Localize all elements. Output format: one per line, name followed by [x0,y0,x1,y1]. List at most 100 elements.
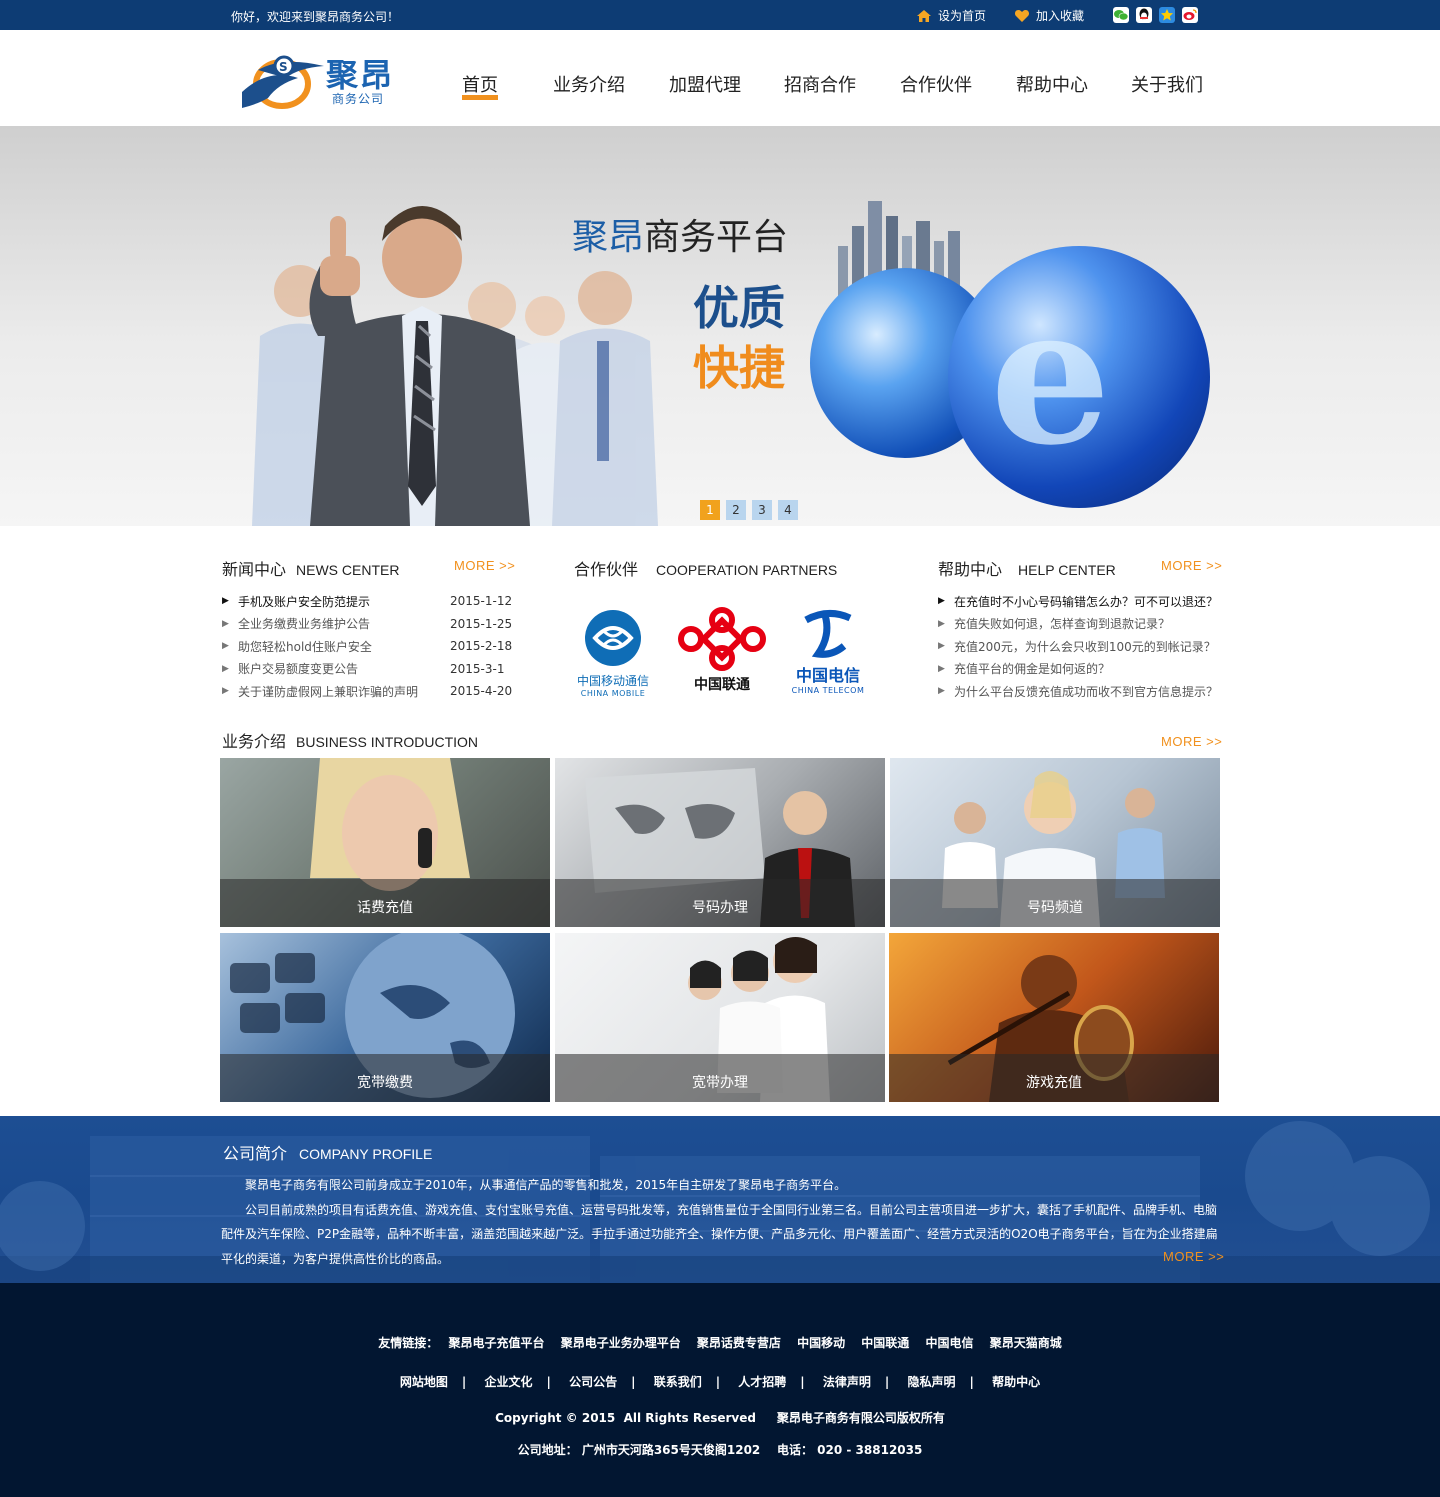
partners-title-cn: 合作伙伴 [574,560,639,579]
business-tile-number-service[interactable]: 号码办理 [555,758,885,927]
banner-title-brand: 聚昂 [572,217,645,258]
friend-link[interactable]: 聚昂电子充值平台 [448,1336,544,1350]
help-item[interactable]: ▶ 在充值时不小心号码输错怎么办？可不可以退还？ [938,590,1228,613]
footer-nav-link[interactable]: 企业文化 [485,1375,533,1389]
profile-title: 公司简介 COMPANY PROFILE [223,1140,432,1164]
footer-nav-link[interactable]: 人才招聘 [738,1375,786,1389]
news-item-date: 2015-4-20 [450,684,513,699]
friend-link[interactable]: 聚昂天猫商城 [990,1336,1062,1350]
partner-china-unicom[interactable]: 中国联通 [676,606,768,694]
partner-name-en: CHINA MOBILE [580,689,646,698]
nav-home[interactable]: 首页 [462,71,498,97]
footer-nav-link[interactable]: 法律声明 [823,1375,871,1389]
help-title-en: HELP CENTER [1018,562,1116,578]
partner-name: 中国移动通信 [576,674,649,688]
logo[interactable]: S 聚昂 商务公司 [238,48,408,114]
friend-link[interactable]: 中国移动 [797,1336,845,1350]
friend-link[interactable]: 中国联通 [861,1336,909,1350]
help-title-cn: 帮助中心 [938,560,1003,579]
news-more-link[interactable]: MORE >> [454,558,515,573]
partner-china-mobile[interactable]: 中国移动通信 CHINA MOBILE [570,608,656,698]
partner-china-telecom[interactable]: 中国电信 CHINA TELECOM [786,606,870,695]
help-more-link[interactable]: MORE >> [1161,558,1222,573]
business-tile-number-channel[interactable]: 号码频道 [890,758,1220,927]
footer-nav-link[interactable]: 联系我们 [654,1375,702,1389]
nav-partners[interactable]: 合作伙伴 [900,71,972,97]
footer-nav: 网站地图 | 企业文化 | 公司公告 | 联系我们 | 人才招聘 | 法律声明 | 隐私声明… [0,1373,1440,1390]
footer-nav-link[interactable]: 网站地图 [400,1375,448,1389]
banner-title: 聚昂商务平台 [572,208,788,260]
separator: | [884,1375,890,1389]
news-item-title: 关于谨防虚假网上兼职诈骗的声明 [238,684,419,699]
friend-links-label: 友情链接： [378,1336,439,1350]
help-item[interactable]: ▶ 充值失败如何退，怎样查询到退款记录？ [938,613,1228,636]
qq-icon[interactable] [1136,7,1152,23]
profile-more-link[interactable]: MORE >> [1163,1249,1224,1264]
news-list: ▶ 手机及账户安全防范提示 2015-1-12 ▶ 全业务缴费业务维护公告 2015-1… [222,590,522,703]
help-item-title: 为什么平台反馈充值成功而收不到官方信息提示？ [954,684,1219,699]
banner-title-rest: 商务平台 [644,217,789,258]
bullet-icon: ▶ [938,686,945,697]
business-tile-game-recharge[interactable]: 游戏充值 [889,933,1219,1102]
weibo-icon[interactable] [1182,7,1198,23]
news-item[interactable]: ▶ 账户交易额度变更公告 2015-3-1 [222,658,522,681]
slide-dot-4[interactable]: 4 [778,500,798,520]
nav-help[interactable]: 帮助中心 [1016,71,1088,97]
help-item-title: 充值200元，为什么会只收到100元的到帐记录？ [954,639,1216,654]
logo-emblem: S [242,55,324,109]
news-item-title: 手机及账户安全防范提示 [238,594,371,609]
bullet-icon: ▶ [938,641,945,652]
active-nav-underline [462,95,498,100]
bullet-icon: ▶ [222,618,229,629]
separator: | [461,1375,467,1389]
slide-dot-3[interactable]: 3 [752,500,772,520]
news-item[interactable]: ▶ 手机及账户安全防范提示 2015-1-12 [222,590,522,613]
add-favorite-label: 加入收藏 [1036,9,1085,23]
profile-paragraph: 公司目前成熟的项目有话费充值、游戏充值、支付宝账号充值、运营号码批发等，充值销售… [221,1202,1218,1266]
business-more-link[interactable]: MORE >> [1161,734,1222,749]
banner-slogan-fast: 快捷 [693,341,785,395]
news-title-cn: 新闻中心 [222,560,287,579]
news-section-title: 新闻中心 NEWS CENTER [222,556,399,580]
nav-about[interactable]: 关于我们 [1131,71,1203,97]
business-tile-broadband-service[interactable]: 宽带办理 [555,933,885,1102]
bullet-icon: ▶ [222,686,229,697]
profile-text: 聚昂电子商务有限公司前身成立于2010年，从事通信产品的零售和批发，2015年自… [221,1173,1218,1271]
friend-link[interactable]: 聚昂电子业务办理平台 [561,1336,681,1350]
news-item[interactable]: ▶ 助您轻松hold住账户安全 2015-2-18 [222,635,522,658]
tile-caption: 号码办理 [555,879,885,927]
help-item[interactable]: ▶ 充值平台的佣金是如何返的？ [938,658,1228,681]
friend-link[interactable]: 聚昂话费专营店 [697,1336,781,1350]
slide-dot-2[interactable]: 2 [726,500,746,520]
home-icon [917,9,931,22]
nav-investment[interactable]: 招商合作 [784,71,856,97]
help-item-title: 在充值时不小心号码输错怎么办？可不可以退还？ [954,594,1219,609]
tile-caption: 宽带缴费 [220,1054,550,1102]
footer-nav-link[interactable]: 公司公告 [569,1375,617,1389]
banner-slogan-quality: 优质 [693,281,785,335]
company-profile-section: 公司简介 COMPANY PROFILE 聚昂电子商务有限公司前身成立于2010… [0,1116,1440,1283]
wechat-icon[interactable] [1113,7,1129,23]
partner-name: 中国联通 [694,677,750,693]
footer-nav-link[interactable]: 帮助中心 [992,1375,1040,1389]
qzone-icon[interactable] [1159,7,1175,23]
nav-franchise[interactable]: 加盟代理 [669,71,741,97]
help-item[interactable]: ▶ 为什么平台反馈充值成功而收不到官方信息提示？ [938,680,1228,703]
separator: | [800,1375,805,1389]
china-mobile-logo [585,610,641,666]
separator: | [631,1375,636,1389]
slide-dot-1[interactable]: 1 [700,500,720,520]
china-unicom-logo [678,607,766,671]
welcome-text: 你好，欢迎来到聚昂商务公司！ [231,10,400,24]
news-item[interactable]: ▶ 关于谨防虚假网上兼职诈骗的声明 2015-4-20 [222,680,522,703]
nav-business[interactable]: 业务介绍 [553,71,625,97]
business-tile-phone-recharge[interactable]: 话费充值 [220,758,550,927]
business-tile-broadband-payment[interactable]: 宽带缴费 [220,933,550,1102]
news-item[interactable]: ▶ 全业务缴费业务维护公告 2015-1-25 [222,613,522,636]
friend-link[interactable]: 中国电信 [926,1336,974,1350]
help-item[interactable]: ▶ 充值200元，为什么会只收到100元的到帐记录？ [938,635,1228,658]
bullet-icon: ▶ [222,663,229,674]
add-favorite-link[interactable]: 加入收藏 [1014,7,1084,24]
footer-nav-link[interactable]: 隐私声明 [907,1375,955,1389]
set-home-link[interactable]: 设为首页 [916,7,986,24]
